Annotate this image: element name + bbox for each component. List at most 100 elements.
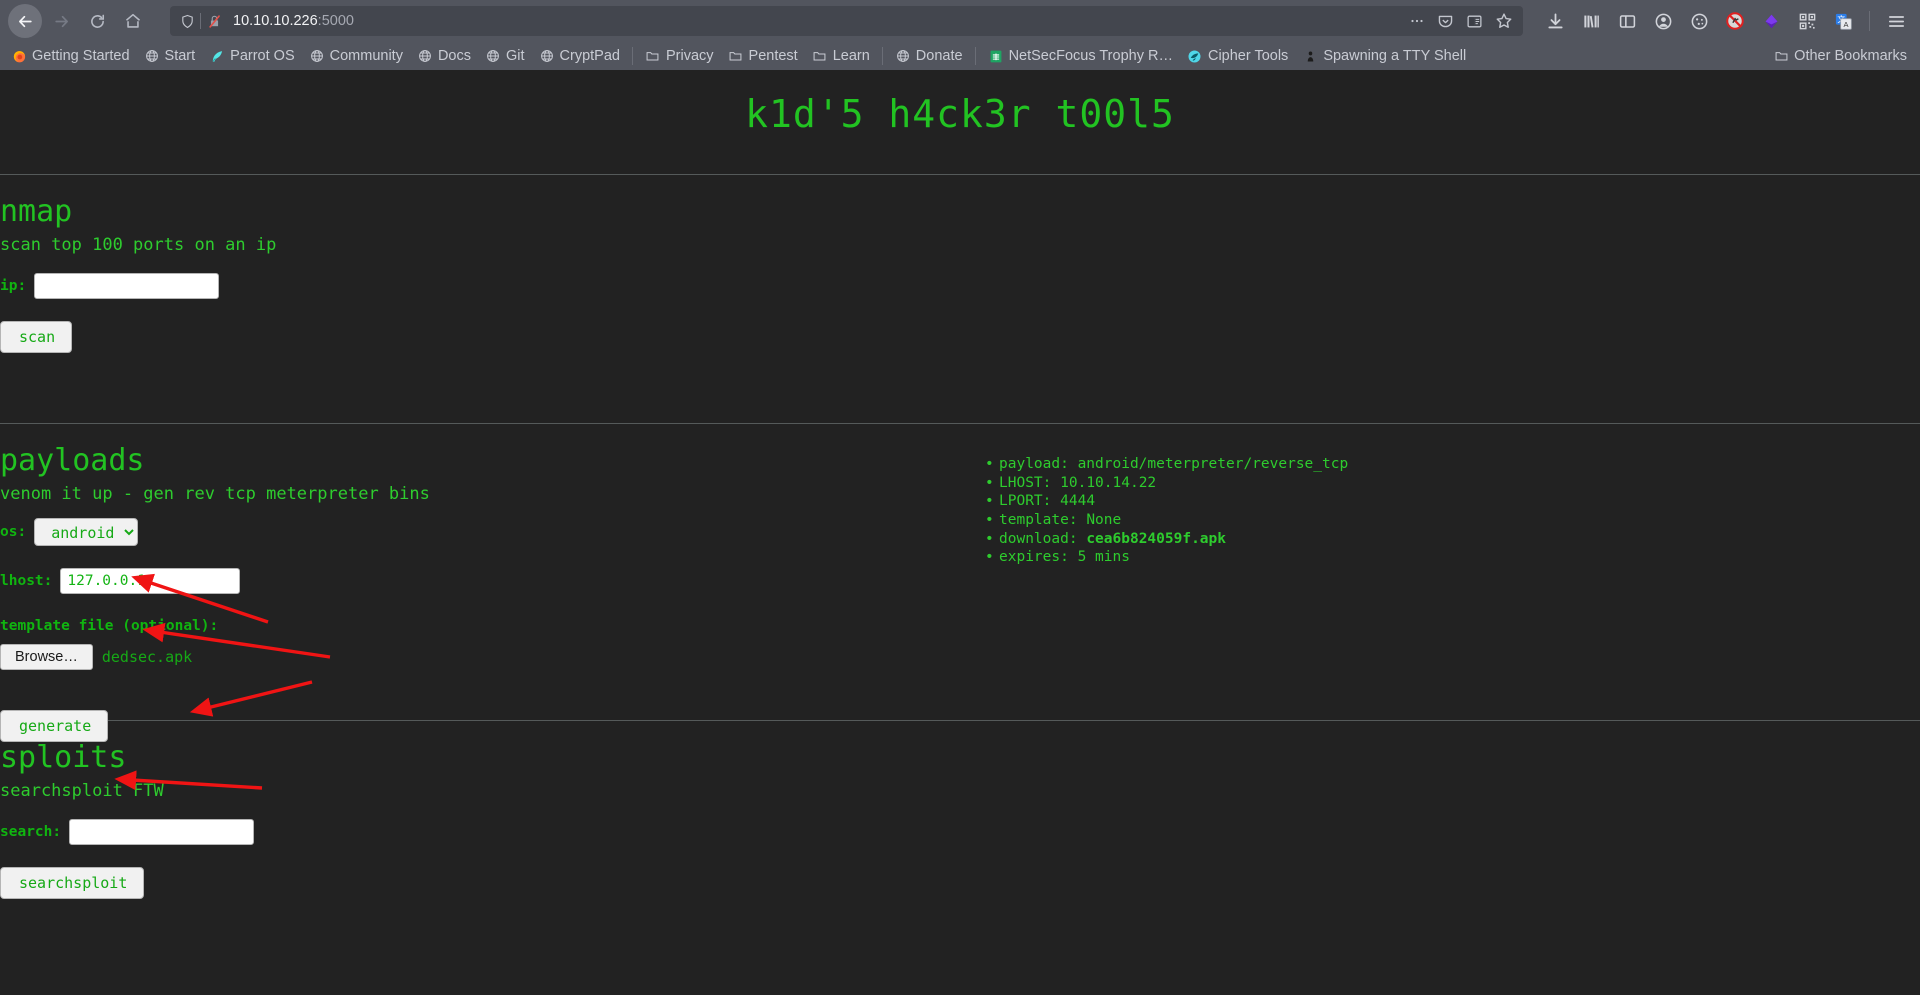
payloads-lhost-input[interactable] xyxy=(60,568,241,594)
globe-icon xyxy=(144,48,160,64)
payload-result-value: 5 mins xyxy=(1077,549,1130,566)
pocket-icon[interactable] xyxy=(1437,13,1454,30)
nmap-ip-row: ip: xyxy=(0,273,1920,299)
scan-button[interactable]: scan xyxy=(0,321,73,353)
globe-icon xyxy=(417,48,433,64)
sidebar-icon[interactable] xyxy=(1611,5,1643,37)
folder-icon xyxy=(1773,48,1789,64)
page-title: k1d'5 h4ck3r t00l5 xyxy=(745,92,1175,136)
account-icon[interactable] xyxy=(1647,5,1679,37)
bookmark-label: Learn xyxy=(832,48,870,64)
bookmark-item[interactable]: CryptPad xyxy=(532,46,627,66)
payload-download-link[interactable]: cea6b824059f.apk xyxy=(1086,531,1226,547)
shield-icon[interactable] xyxy=(176,14,198,29)
home-button[interactable] xyxy=(116,4,150,38)
bookmark-item[interactable]: Spawning a TTY Shell xyxy=(1295,46,1473,66)
library-icon[interactable] xyxy=(1575,5,1607,37)
payload-result-value: 10.10.14.22 xyxy=(1060,474,1157,491)
payload-result-item: LHOST: 10.10.14.22 xyxy=(985,474,1348,493)
payload-result-item: download: cea6b824059f.apk xyxy=(985,530,1348,549)
sheets-icon xyxy=(988,48,1004,64)
browser-chrome: 10.10.10.226:5000 A Getting Started Star… xyxy=(0,0,1920,70)
bookmark-item[interactable]: Donate xyxy=(888,46,970,66)
cipher-icon xyxy=(1187,48,1203,64)
star-icon[interactable] xyxy=(1495,12,1513,30)
reader-view-icon[interactable] xyxy=(1466,13,1483,30)
hamburger-menu-icon[interactable] xyxy=(1880,5,1912,37)
bookmark-item[interactable]: Parrot OS xyxy=(202,46,301,66)
ellipsis-icon[interactable] xyxy=(1409,13,1425,29)
sploits-search-label: search: xyxy=(0,824,62,840)
folder-icon xyxy=(645,48,661,64)
url-host: 10.10.10.226 xyxy=(233,13,318,29)
svg-text:A: A xyxy=(1843,19,1848,28)
noscript-icon[interactable] xyxy=(1719,5,1751,37)
payload-result-item: template: None xyxy=(985,511,1348,530)
browse-button[interactable]: Browse… xyxy=(0,644,93,670)
bookmark-item[interactable]: Community xyxy=(302,46,410,66)
folder-icon xyxy=(728,48,744,64)
payload-result-item: payload: android/meterpreter/reverse_tcp xyxy=(985,455,1348,474)
payload-result-key: payload: xyxy=(999,456,1069,472)
other-bookmarks-button[interactable]: Other Bookmarks xyxy=(1766,46,1914,66)
translate-icon[interactable]: 文 A xyxy=(1827,5,1859,37)
folder-icon xyxy=(812,48,828,64)
bookmarks-bar: Getting Started Start Parrot OS Community Do… xyxy=(0,42,1920,70)
payloads-os-select[interactable]: androidwindowslinuxmac xyxy=(34,518,139,546)
payload-result-list: payload: android/meterpreter/reverse_tcp… xyxy=(985,455,1348,567)
payload-result-item: expires: 5 mins xyxy=(985,548,1348,567)
bookmark-item[interactable]: Start xyxy=(137,46,203,66)
lock-broken-icon[interactable] xyxy=(203,14,225,29)
sploits-search-row: search: xyxy=(0,819,1920,845)
template-filename: dedsec.apk xyxy=(101,648,193,666)
searchsploit-button[interactable]: searchsploit xyxy=(0,867,145,899)
downloads-icon[interactable] xyxy=(1539,5,1571,37)
bookmark-label: Start xyxy=(164,48,196,64)
bookmark-label: Community xyxy=(329,48,403,64)
payloads-lhost-label: lhost: xyxy=(0,573,53,589)
bookmark-label: NetSecFocus Trophy R… xyxy=(1008,48,1173,64)
section-sploits: sploits searchsploit FTW search: searchs… xyxy=(0,721,1920,899)
bookmark-item[interactable]: NetSecFocus Trophy R… xyxy=(981,46,1180,66)
qrcode-icon[interactable] xyxy=(1791,5,1823,37)
bookmark-item[interactable]: Privacy xyxy=(638,46,721,66)
bookmark-label: Git xyxy=(506,48,525,64)
url-bar[interactable]: 10.10.10.226:5000 xyxy=(170,6,1523,36)
page-content: k1d'5 h4ck3r t00l5 nmap scan top 100 por… xyxy=(0,70,1920,995)
sploits-heading: sploits xyxy=(0,740,127,775)
payload-result-value: None xyxy=(1086,512,1122,529)
bookmark-label: Spawning a TTY Shell xyxy=(1323,48,1467,64)
bookmark-item[interactable]: Cipher Tools xyxy=(1180,46,1295,66)
globe-icon xyxy=(485,48,501,64)
payloads-lhost-row: lhost: xyxy=(0,568,1920,594)
bookmark-separator xyxy=(974,47,976,65)
cookie-icon[interactable] xyxy=(1683,5,1715,37)
payload-result-value: android/meterpreter/reverse_tcp xyxy=(1077,456,1349,472)
bookmark-item[interactable]: Git xyxy=(478,46,532,66)
bookmark-item[interactable]: Learn xyxy=(805,46,877,66)
bookmark-item[interactable]: Pentest xyxy=(721,46,805,66)
url-text[interactable]: 10.10.10.226:5000 xyxy=(225,13,1409,29)
bookmark-item[interactable]: Docs xyxy=(410,46,478,66)
bookmark-item[interactable]: Getting Started xyxy=(4,46,137,66)
parrot-icon xyxy=(209,48,225,64)
globe-icon xyxy=(895,48,911,64)
nmap-ip-label: ip: xyxy=(0,278,27,294)
bookmark-label: CryptPad xyxy=(559,48,620,64)
payload-result-key: LPORT: xyxy=(999,493,1052,510)
globe-icon xyxy=(309,48,325,64)
payload-result-key: template: xyxy=(999,512,1078,529)
browser-toolbar-right: 文 A xyxy=(1533,5,1912,37)
payloads-os-label: os: xyxy=(0,524,27,540)
payload-result-value: 4444 xyxy=(1060,493,1096,510)
violentmonkey-icon[interactable] xyxy=(1755,5,1787,37)
bookmark-label: Pentest xyxy=(748,48,798,64)
sploits-search-input[interactable] xyxy=(69,819,255,845)
globe-icon xyxy=(539,48,555,64)
back-button[interactable] xyxy=(8,4,42,38)
section-nmap: nmap scan top 100 ports on an ip ip: sca… xyxy=(0,175,1920,423)
forward-button[interactable] xyxy=(44,4,78,38)
reload-button[interactable] xyxy=(80,4,114,38)
bookmark-label: Donate xyxy=(915,48,963,64)
nmap-ip-input[interactable] xyxy=(34,273,220,299)
